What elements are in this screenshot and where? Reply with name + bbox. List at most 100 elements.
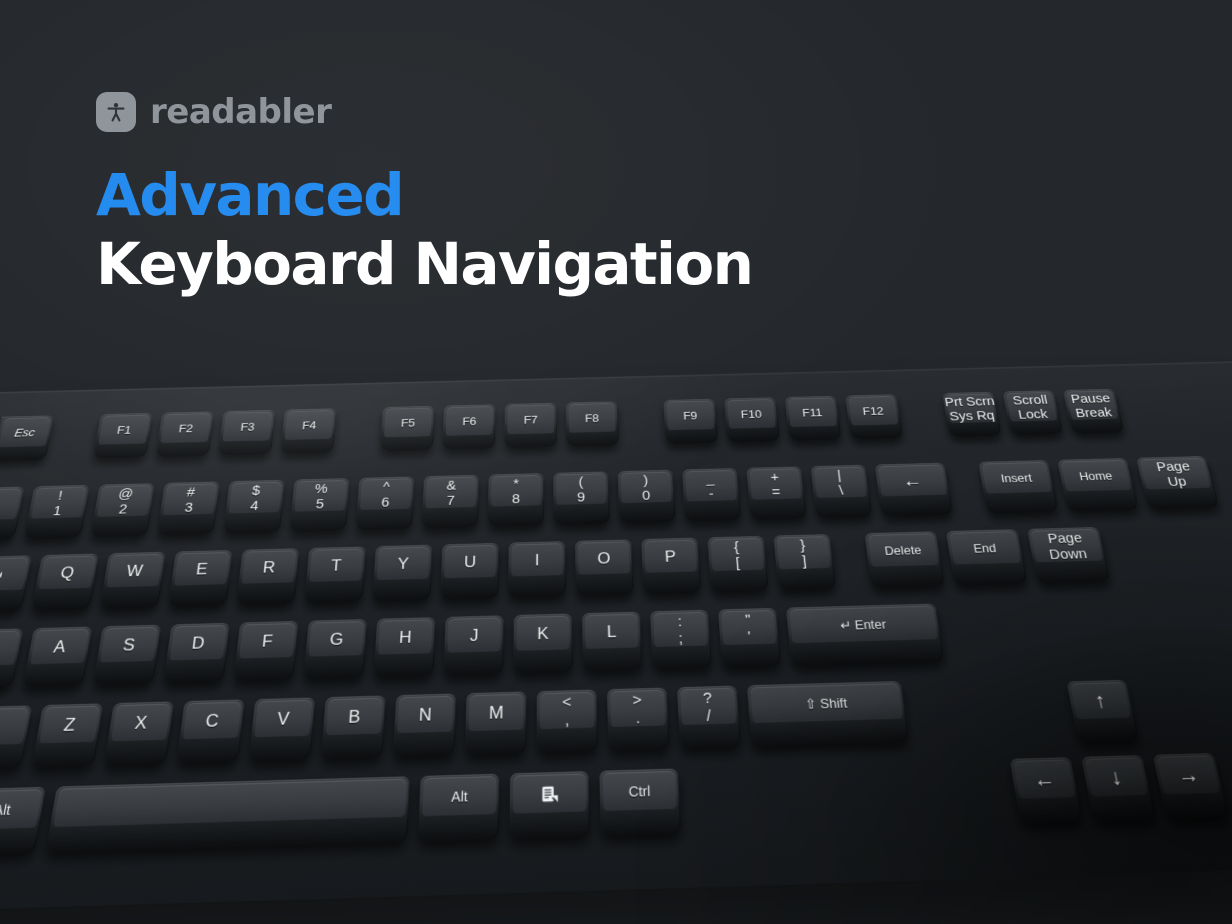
key-insert[interactable]: Insert <box>978 460 1059 514</box>
key-arrow-right[interactable]: → <box>1152 753 1230 820</box>
key-f7[interactable]: F7 <box>504 402 557 449</box>
row-gap <box>628 444 665 445</box>
key-3[interactable]: # 3 <box>156 481 221 536</box>
key-page-up[interactable]: Page Up <box>1136 456 1220 510</box>
key-equals[interactable]: + = <box>746 466 807 520</box>
key-f1[interactable]: F1 <box>92 412 154 459</box>
key-right-shift[interactable]: ⇧ Shift <box>746 680 910 747</box>
key-tab[interactable]: Tab ⇥ <box>0 555 33 614</box>
key-n[interactable]: N <box>392 693 457 758</box>
key-c[interactable]: C <box>176 699 245 764</box>
key-f11[interactable]: F11 <box>784 395 842 441</box>
key-8[interactable]: * 8 <box>487 473 544 527</box>
key-end[interactable]: End <box>945 529 1028 586</box>
key-7[interactable]: & 7 <box>421 474 480 529</box>
key-comma[interactable]: < , <box>536 689 598 753</box>
key-r[interactable]: R <box>236 548 300 606</box>
key-2[interactable]: @ 2 <box>90 483 156 538</box>
key-4[interactable]: $ 4 <box>223 479 286 534</box>
key-quote[interactable]: " ' <box>718 607 782 668</box>
key-f2[interactable]: F2 <box>155 411 215 457</box>
key-delete[interactable]: Delete <box>864 531 945 588</box>
key-context-menu[interactable] <box>509 771 590 839</box>
brand-logo[interactable]: readabler <box>96 92 332 132</box>
key-f5[interactable]: F5 <box>380 405 435 452</box>
accessibility-person-icon <box>96 92 136 132</box>
key-v[interactable]: V <box>248 697 316 762</box>
key-6[interactable]: ^ 6 <box>355 476 415 531</box>
key-a[interactable]: A <box>22 626 93 688</box>
key-backslash[interactable]: | \ <box>810 464 873 518</box>
title-line-accent: Advanced <box>96 161 405 229</box>
key-o[interactable]: O <box>575 539 634 596</box>
key-w[interactable]: W <box>99 551 167 609</box>
key-z[interactable]: Z <box>31 703 104 768</box>
key-f8[interactable]: F8 <box>565 401 619 447</box>
key-f3[interactable]: F3 <box>217 409 276 456</box>
key-page-down[interactable]: Page Down <box>1027 527 1111 584</box>
key-left-shift[interactable]: Shift <box>0 705 33 772</box>
key-slash[interactable]: ? / <box>677 685 742 749</box>
key-period[interactable]: > . <box>606 687 670 751</box>
key-caps-lock[interactable]: Caps Lock <box>0 628 24 691</box>
key-f9[interactable]: F9 <box>663 398 719 444</box>
key-t[interactable]: T <box>304 546 367 604</box>
key-9[interactable]: ( 9 <box>553 471 610 525</box>
keyboard-plate: Esc F1 F2 F3 F4 F5 F6 F7 F8 F9 F10 F11 F… <box>0 360 1232 913</box>
key-f10[interactable]: F10 <box>724 397 780 443</box>
key-minus[interactable]: _ - <box>682 468 742 522</box>
key-y[interactable]: Y <box>372 544 433 602</box>
key-i[interactable]: I <box>508 541 566 598</box>
key-l[interactable]: L <box>582 611 643 672</box>
function-key-row: Esc F1 F2 F3 F4 F5 F6 F7 F8 F9 F10 F11 F… <box>0 388 1134 462</box>
key-q[interactable]: Q <box>31 553 100 611</box>
key-backspace[interactable]: ← <box>874 462 953 517</box>
key-arrow-down[interactable]: ↓ <box>1081 755 1157 822</box>
key-f6[interactable]: F6 <box>442 404 496 450</box>
key-right-alt[interactable]: Alt <box>417 773 500 842</box>
key-f12[interactable]: F12 <box>845 394 903 440</box>
key-scroll-lock[interactable]: Scroll Lock <box>1002 390 1064 436</box>
key-home[interactable]: Home <box>1057 458 1139 512</box>
key-f[interactable]: F <box>233 620 299 682</box>
key-g[interactable]: G <box>303 619 368 680</box>
row-gap <box>912 437 949 438</box>
key-bracket-left[interactable]: { [ <box>707 535 769 593</box>
key-f4[interactable]: F4 <box>280 408 337 454</box>
key-print-screen[interactable]: Prt Scrn Sys Rq <box>942 391 1002 437</box>
row-gap <box>342 451 380 452</box>
key-spacebar[interactable] <box>45 776 411 853</box>
key-right-ctrl[interactable]: Ctrl <box>599 768 682 837</box>
key-j[interactable]: J <box>443 615 504 676</box>
key-semicolon[interactable]: : ; <box>650 609 712 670</box>
key-0[interactable]: ) 0 <box>617 469 676 524</box>
key-esc[interactable]: Esc <box>0 415 55 462</box>
key-bracket-right[interactable]: } ] <box>773 534 836 591</box>
key-1[interactable]: ! 1 <box>23 484 91 539</box>
key-pause-break[interactable]: Pause Break <box>1062 388 1125 434</box>
key-arrow-up[interactable]: ↑ <box>1066 679 1140 743</box>
top-letter-row: Tab ⇥ Q W E R T Y <box>0 527 1120 614</box>
bottom-letter-row: Shift Z X C V B N <box>0 680 919 772</box>
arrow-up-row: ↑ <box>1066 679 1149 743</box>
key-arrow-left[interactable]: ← <box>1009 757 1084 824</box>
key-m[interactable]: M <box>464 691 527 755</box>
key-x[interactable]: X <box>104 701 175 766</box>
key-left-alt[interactable]: Alt <box>0 786 47 856</box>
key-backtick[interactable]: ~ ` <box>0 486 25 541</box>
row-gap <box>962 513 987 514</box>
key-p[interactable]: P <box>641 537 702 595</box>
key-5[interactable]: % 5 <box>289 478 350 532</box>
key-s[interactable]: S <box>92 624 162 686</box>
key-h[interactable]: H <box>373 617 436 678</box>
key-b[interactable]: B <box>320 695 386 760</box>
context-menu-icon <box>541 785 559 806</box>
key-d[interactable]: D <box>163 622 231 684</box>
key-u[interactable]: U <box>440 542 500 600</box>
key-e[interactable]: E <box>167 550 233 607</box>
keyboard-illustration: Esc F1 F2 F3 F4 F5 F6 F7 F8 F9 F10 F11 F… <box>0 330 1232 924</box>
brand-name: readabler <box>150 92 332 132</box>
key-k[interactable]: K <box>513 613 573 674</box>
key-enter[interactable]: ↵ Enter <box>786 603 945 666</box>
arrow-bottom-row: ← ↓ → <box>1009 753 1232 824</box>
